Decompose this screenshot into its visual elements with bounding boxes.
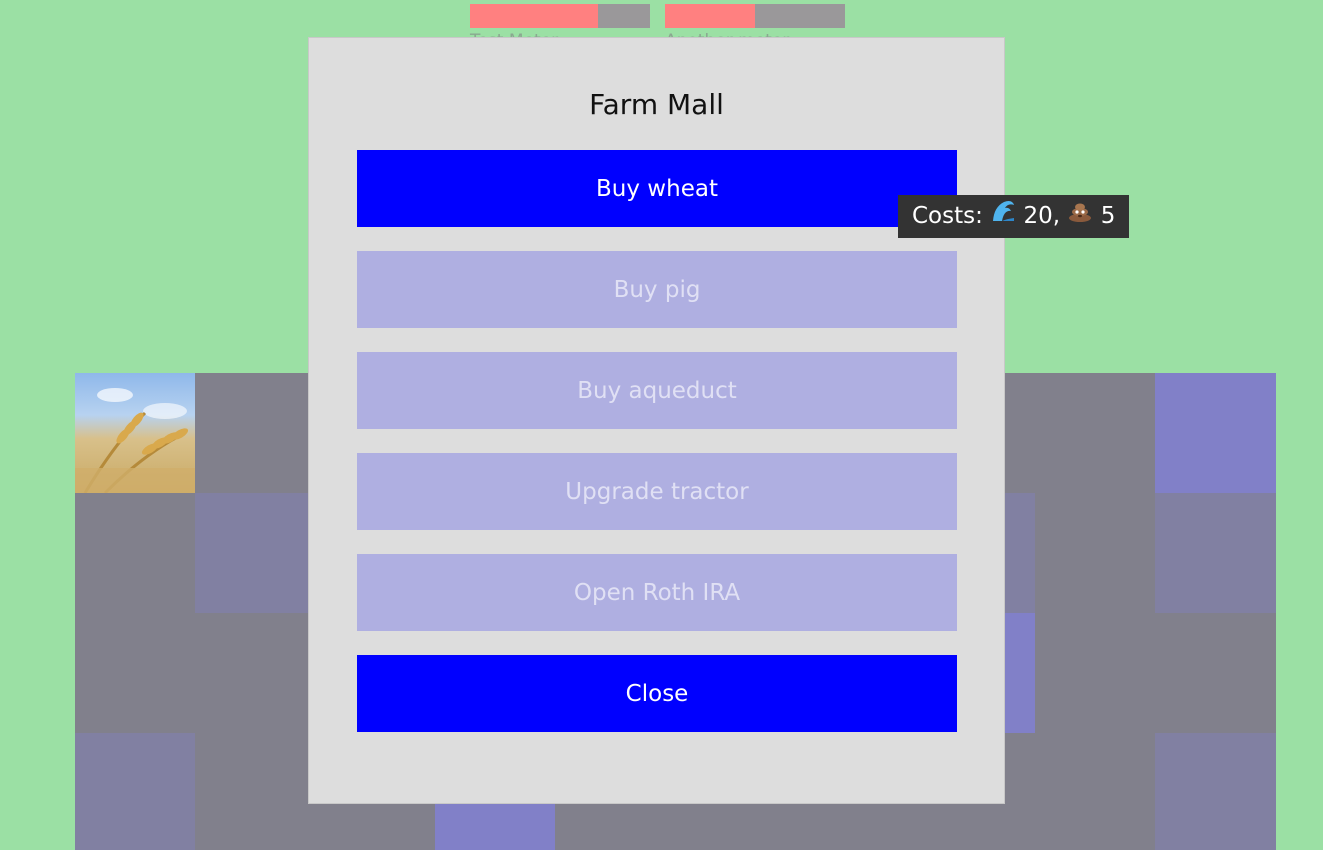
test-meter-fill [470, 4, 598, 28]
water-tile[interactable] [1155, 373, 1276, 493]
tooltip-prefix: Costs: [912, 203, 983, 229]
dirt-tile[interactable] [1035, 493, 1155, 613]
wheat-tile[interactable] [75, 373, 195, 493]
dirt-tile[interactable] [195, 733, 315, 850]
dirt-tile[interactable] [1035, 373, 1155, 493]
dirt-tile[interactable] [1035, 613, 1155, 733]
buy-aqueduct-button[interactable]: Buy aqueduct [357, 352, 957, 429]
manure-cost: 5 [1100, 203, 1116, 229]
dialog-title: Farm Mall [589, 88, 724, 121]
buy-wheat-button[interactable]: Buy wheat [357, 150, 957, 227]
test-meter: Test Meter [470, 4, 650, 51]
water-cost: 20, [1023, 203, 1061, 229]
upgrade-tractor-button[interactable]: Upgrade tractor [357, 453, 957, 530]
buy-pig-button[interactable]: Buy pig [357, 251, 957, 328]
farm-mall-dialog: Farm Mall Buy wheat Buy pig Buy aqueduct… [308, 37, 1005, 804]
water-tile[interactable] [195, 493, 315, 613]
water-wave-icon [990, 195, 1016, 238]
dirt-tile[interactable] [195, 373, 315, 493]
another-meter: Another meter [665, 4, 845, 51]
dirt-tile[interactable] [75, 613, 195, 733]
close-button[interactable]: Close [357, 655, 957, 732]
manure-icon [1067, 195, 1093, 238]
cost-tooltip: Costs: 20, 5 [898, 195, 1130, 238]
dirt-tile[interactable] [1155, 613, 1276, 733]
dirt-tile[interactable] [75, 493, 195, 613]
wheat-icon [75, 388, 195, 493]
water-tile[interactable] [1155, 493, 1276, 613]
water-tile[interactable] [1155, 733, 1276, 850]
open-roth-ira-button[interactable]: Open Roth IRA [357, 554, 957, 631]
dirt-tile[interactable] [1035, 733, 1155, 850]
water-tile[interactable] [75, 733, 195, 850]
dirt-tile[interactable] [195, 613, 315, 733]
another-meter-fill [665, 4, 755, 28]
